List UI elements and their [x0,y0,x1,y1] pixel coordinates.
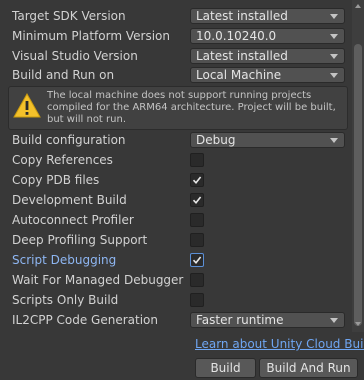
il2cpp-dropdown[interactable]: Faster runtime [190,312,345,328]
dropdown-arrow-icon [330,73,338,78]
build-run-on-value: Local Machine [196,68,282,82]
arm64-warning-box: The local machine does not support runni… [8,86,348,130]
build-run-on-label: Build and Run on [12,68,115,82]
visual-studio-dropdown[interactable]: Latest installed [190,48,345,64]
wait-managed-debugger-checkbox[interactable] [190,273,204,287]
min-platform-label: Minimum Platform Version [12,29,170,43]
copy-references-label: Copy References [12,153,113,167]
build-run-on-row: Build and Run on Local Machine [0,65,352,85]
checkbox-row: Copy PDB files [0,170,352,190]
build-configuration-value: Debug [196,133,236,147]
dropdown-arrow-icon [330,138,338,143]
dropdown-arrow-icon [330,14,338,19]
autoconnect-profiler-label: Autoconnect Profiler [12,213,134,227]
checkbox-row: Script Debugging [0,250,352,270]
scroll-down-icon[interactable] [355,322,361,326]
build-configuration-label: Build configuration [12,133,126,147]
deep-profiling-label: Deep Profiling Support [12,233,148,247]
checkmark-icon [192,256,202,265]
target-sdk-dropdown[interactable]: Latest installed [190,8,345,24]
dropdown-arrow-icon [330,318,338,323]
build-configuration-row: Build configuration Debug [0,130,352,150]
checkmark-icon [192,176,202,185]
min-platform-dropdown[interactable]: 10.0.10240.0 [190,28,345,44]
build-and-run-button[interactable]: Build And Run [259,358,358,378]
warning-icon [13,93,41,118]
autoconnect-profiler-checkbox[interactable] [190,213,204,227]
dropdown-arrow-icon [330,54,338,59]
vertical-scrollbar[interactable] [352,0,364,332]
dropdown-arrow-icon [330,34,338,39]
script-debugging-label: Script Debugging [12,253,117,267]
checkbox-row: Autoconnect Profiler [0,210,352,230]
min-platform-value: 10.0.10240.0 [196,29,277,43]
il2cpp-row: IL2CPP Code Generation Faster runtime [0,310,352,330]
deep-profiling-checkbox[interactable] [190,233,204,247]
checkbox-row: Development Build [0,190,352,210]
il2cpp-value: Faster runtime [196,313,284,327]
build-button[interactable]: Build [195,358,256,378]
checkbox-row: Copy References [0,150,352,170]
checkbox-row: Deep Profiling Support [0,230,352,250]
checkbox-row: Scripts Only Build [0,290,352,310]
copy-references-checkbox[interactable] [190,153,204,167]
scroll-thumb[interactable] [354,44,362,326]
target-sdk-value: Latest installed [196,9,288,23]
development-build-checkbox[interactable] [190,193,204,207]
visual-studio-label: Visual Studio Version [12,49,138,63]
checkmark-icon [192,196,202,205]
development-build-label: Development Build [12,193,127,207]
visual-studio-row: Visual Studio Version Latest installed [0,46,352,66]
target-sdk-row: Target SDK Version Latest installed [0,6,352,26]
scripts-only-build-checkbox[interactable] [190,293,204,307]
build-run-on-dropdown[interactable]: Local Machine [190,67,345,83]
min-platform-row: Minimum Platform Version 10.0.10240.0 [0,26,352,46]
wait-managed-debugger-label: Wait For Managed Debugger [12,273,184,287]
target-sdk-label: Target SDK Version [12,9,126,23]
scroll-up-icon[interactable] [355,4,361,8]
visual-studio-value: Latest installed [196,49,288,63]
warning-text: The local machine does not support runni… [47,90,336,125]
build-configuration-dropdown[interactable]: Debug [190,132,345,148]
script-debugging-checkbox[interactable] [190,253,204,267]
scripts-only-build-label: Scripts Only Build [12,293,119,307]
learn-cloud-build-link[interactable]: Learn about Unity Cloud Build [195,336,364,352]
il2cpp-label: IL2CPP Code Generation [12,313,159,327]
copy-pdb-checkbox[interactable] [190,173,204,187]
copy-pdb-label: Copy PDB files [12,173,100,187]
checkbox-row: Wait For Managed Debugger [0,270,352,290]
